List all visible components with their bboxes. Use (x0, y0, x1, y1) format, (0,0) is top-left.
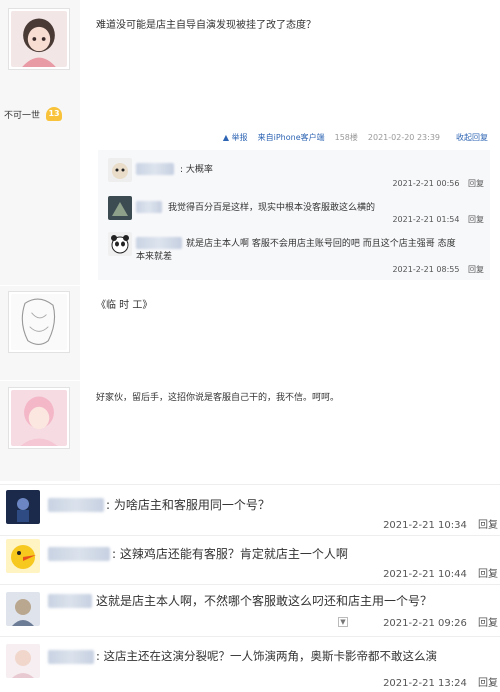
avatar-image (11, 294, 67, 350)
comment-meta: 2021-2-21 10:34 回复 (375, 516, 498, 531)
list-item: 就是店主本人啊 客服不会用店主账号回的吧 而且这个店主强哥 态度 本来就差 20… (108, 232, 484, 276)
avatar[interactable] (8, 291, 70, 353)
list-item: 我觉得百分百是这样，现实中根本没客服敢这么横的 2021-2-21 01:54 … (108, 196, 484, 226)
post-datetime: 2021-02-20 23:39 (367, 133, 440, 142)
reply-meta: 2021-2-21 01:54 回复 (386, 214, 484, 225)
post-content: 难道没可能是店主自导自演发现被挂了改了态度？ (96, 20, 316, 31)
reply-date: 2021-2-21 01:54 (392, 215, 460, 224)
comment-date: 2021-2-21 10:44 (383, 569, 467, 580)
reply-button[interactable]: 回复 (468, 179, 484, 188)
comment-date: 2021-2-21 13:24 (383, 678, 467, 689)
chevron-down-icon[interactable]: ▼ (338, 617, 348, 627)
reply-text: : 大概率 (180, 165, 213, 175)
comment-meta: 2021-2-21 09:26 回复 (375, 614, 498, 629)
list-item: : 这店主还在这演分裂呢？一人饰演两角，奥斯卡影帝都不敢这么演 2021-2-2… (0, 638, 500, 692)
divider (0, 584, 500, 585)
reply-text: 我觉得百分百是这样，现实中根本没客服敢这么横的 (168, 203, 376, 213)
avatar[interactable] (8, 387, 70, 449)
post-meta: ▲ 举报 来自iPhone客户端 158楼 2021-02-20 23:39 收… (223, 132, 488, 143)
avatar-image (11, 390, 67, 446)
avatar[interactable] (6, 592, 40, 626)
comment-text: 这就是店主本人啊，不然哪个客服敢这么叼还和店主用一个号？ (96, 594, 433, 608)
comment-meta: 2021-2-21 10:44 回复 (375, 565, 498, 580)
reply-text-continued: 本来就差 (136, 252, 173, 262)
post-content: 《临 时 工》 (96, 300, 153, 311)
avatar[interactable] (108, 158, 132, 182)
post-item: 《临 时 工》 (0, 286, 500, 380)
reply-list: : 大概率 2021-2-21 00:56 回复 我觉得百分百是这样，现实中根本… (98, 150, 490, 280)
report-icon: ▲ (222, 133, 230, 142)
list-item: : 为啥店主和客服用同一个号？ 2021-2-21 10:34 回复 (0, 488, 500, 533)
reply-button[interactable]: 回复 (468, 265, 484, 274)
blurred-username (136, 201, 162, 213)
author-info: 不可一世 13 (4, 107, 63, 121)
avatar[interactable] (108, 196, 132, 220)
reply-meta: 2021-2-21 08:55 回复 (386, 264, 484, 275)
comment-date: 2021-2-21 10:34 (383, 520, 467, 531)
comment-text: : 这辣鸡店还能有客服？肯定就店主一个人啊 (112, 547, 348, 561)
client-source[interactable]: 来自iPhone客户端 (258, 132, 325, 143)
reply-date: 2021-2-21 00:56 (392, 179, 460, 188)
collapse-replies-link[interactable]: 收起回复 (456, 132, 488, 143)
reply-button[interactable]: 回复 (468, 215, 484, 224)
divider (0, 535, 500, 536)
blurred-username (48, 547, 110, 561)
comment-text: : 为啥店主和客服用同一个号？ (106, 498, 270, 512)
reply-meta: 2021-2-21 00:56 回复 (386, 178, 484, 189)
reply-date: 2021-2-21 08:55 (392, 265, 460, 274)
blurred-username (136, 163, 174, 175)
report-link[interactable]: ▲ 举报 (223, 132, 248, 143)
list-item: 这就是店主本人啊，不然哪个客服敢这么叼还和店主用一个号？ 2021-2-21 0… (0, 586, 500, 634)
level-badge: 13 (46, 107, 63, 121)
blurred-username (48, 594, 92, 608)
avatar[interactable] (6, 644, 40, 678)
post-content: 好家伙，留后手，这招你说是客服自己干的，我不信。呵呵。 (96, 393, 340, 403)
avatar[interactable] (6, 490, 40, 524)
reply-button[interactable]: 回复 (478, 678, 498, 689)
reply-button[interactable]: 回复 (478, 520, 498, 531)
avatar[interactable] (8, 8, 70, 70)
comment-text: : 这店主还在这演分裂呢？一人饰演两角，奥斯卡影帝都不敢这么演 (96, 649, 438, 663)
divider (0, 636, 500, 637)
post-item: 好家伙，留后手，这招你说是客服自己干的，我不信。呵呵。 (0, 381, 500, 481)
blurred-username (48, 650, 94, 664)
avatar[interactable] (6, 539, 40, 573)
floor-number: 158楼 (334, 133, 358, 142)
comment-date: 2021-2-21 09:26 (383, 618, 467, 629)
reply-text: 就是店主本人啊 客服不会用店主账号回的吧 而且这个店主强哥 态度 (186, 239, 456, 249)
list-item: : 大概率 2021-2-21 00:56 回复 (108, 158, 484, 188)
avatar[interactable] (108, 232, 132, 256)
divider (0, 484, 500, 485)
list-item: : 这辣鸡店还能有客服？肯定就店主一个人啊 2021-2-21 10:44 回复 (0, 537, 500, 582)
blurred-username (136, 237, 182, 249)
blurred-username (48, 498, 104, 512)
comment-meta: 2021-2-21 13:24 回复 (375, 674, 498, 689)
reply-button[interactable]: 回复 (478, 618, 498, 629)
avatar-image (11, 11, 67, 67)
post-158: 不可一世 13 难道没可能是店主自导自演发现被挂了改了态度？ ▲ 举报 来自iP… (0, 0, 500, 285)
reply-button[interactable]: 回复 (478, 569, 498, 580)
username[interactable]: 不可一世 (4, 108, 40, 121)
